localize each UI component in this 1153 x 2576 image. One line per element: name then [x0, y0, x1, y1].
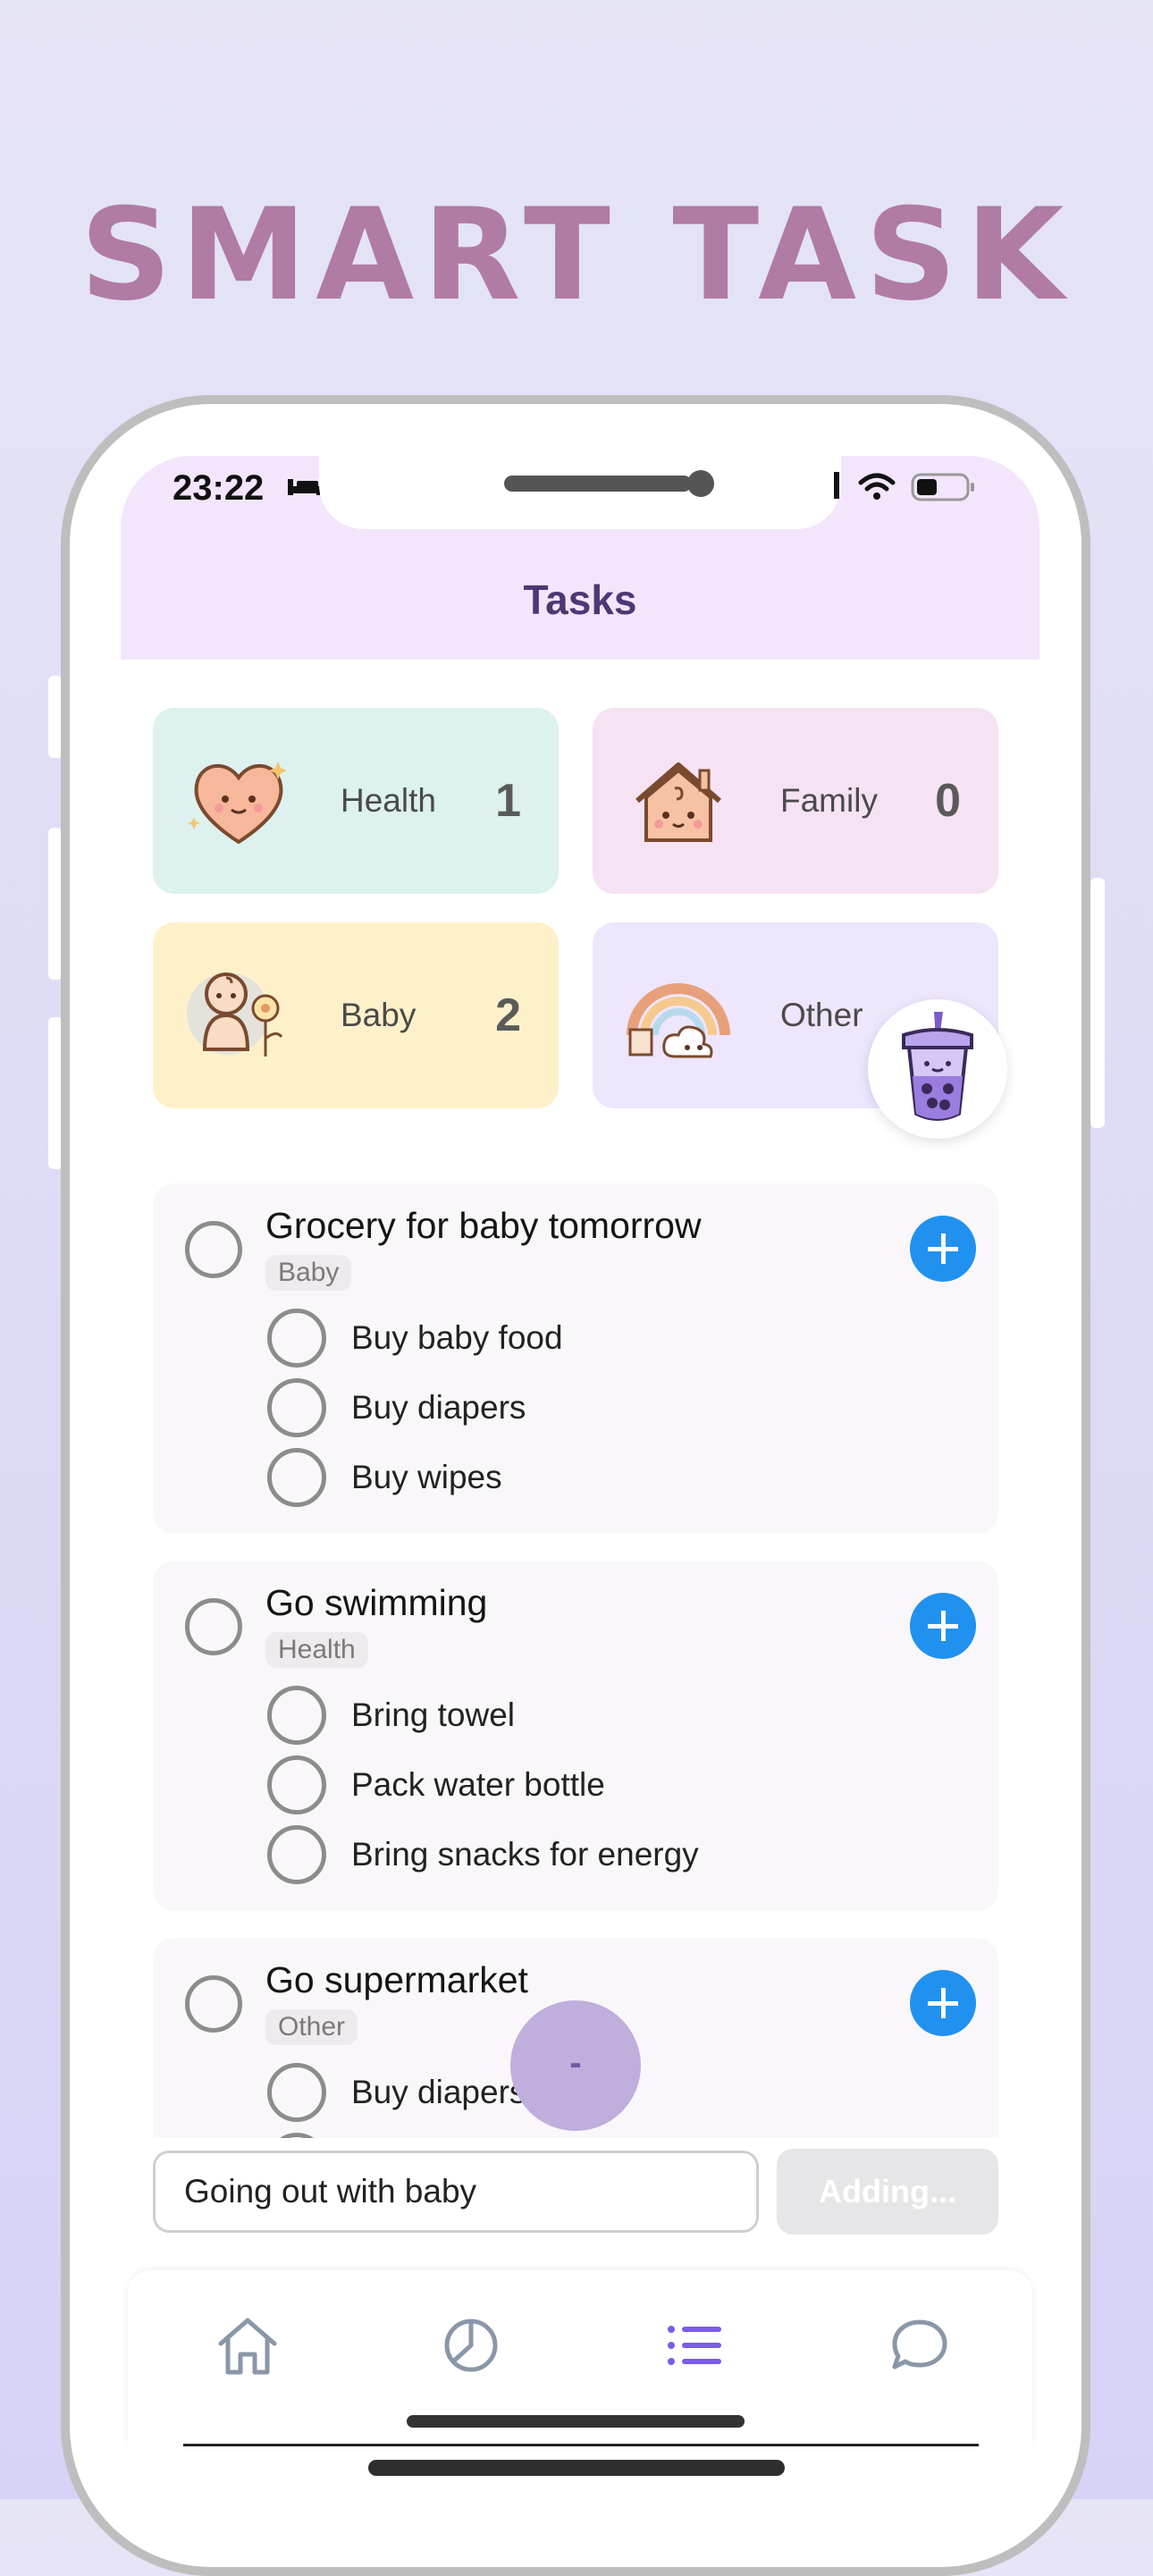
app-header: 23:22 Tasks [121, 456, 1039, 660]
status-icons [834, 472, 974, 501]
task-card: Grocery for baby tomorrow Baby Buy baby … [153, 1183, 998, 1534]
home-icon[interactable] [212, 2310, 283, 2381]
task-title: Go swimming [265, 1582, 488, 1623]
screen-edge-line [183, 2444, 979, 2446]
subtask-label: Bring towel [351, 1696, 516, 1733]
subtask-checkbox[interactable] [267, 2063, 326, 2122]
subtask-checkbox[interactable] [267, 1755, 326, 1814]
task-card: Go swimming Health Bring towel Pack wate… [153, 1561, 998, 1911]
status-time: 23:22 [173, 468, 265, 508]
subtask-label: Buy diapers [351, 2074, 526, 2110]
bubble-tea-button[interactable] [868, 999, 1007, 1139]
heart-icon [188, 762, 287, 845]
subtask-checkbox[interactable] [267, 1686, 326, 1745]
category-name: Health [341, 782, 436, 819]
pie-chart-icon[interactable] [435, 2310, 507, 2381]
task-category-badge: Other [265, 2009, 358, 2045]
subtask-checkbox[interactable] [267, 2133, 326, 2138]
baby-icon [187, 972, 283, 1056]
category-card-health[interactable]: Health 1 [153, 708, 559, 894]
add-subtask-button[interactable] [910, 1593, 976, 1659]
subtask-checkbox[interactable] [267, 1448, 326, 1507]
task-checkbox[interactable] [185, 1221, 242, 1278]
device-home-indicator [368, 2460, 785, 2476]
bubble-tea-icon [902, 1012, 973, 1121]
app-screen: 23:22 Tasks Health 1 Family 0 Baby 2 Oth… [121, 456, 1039, 2449]
subtask-label: Buy baby food [351, 1319, 563, 1356]
home-indicator [407, 2415, 745, 2428]
subtask-label: Bring snacks for energy [351, 1836, 699, 1873]
task-checkbox[interactable] [185, 1598, 242, 1655]
side-button-power [1090, 878, 1105, 1128]
task-checkbox[interactable] [185, 1975, 242, 2033]
subtask-label: Pack water bottle [351, 1766, 605, 1803]
category-name: Baby [341, 997, 417, 1033]
house-icon [635, 762, 721, 842]
category-card-family[interactable]: Family 0 [593, 708, 998, 894]
new-task-input[interactable]: Going out with baby [153, 2151, 759, 2233]
subtask-checkbox[interactable] [267, 1378, 326, 1437]
subtask-checkbox[interactable] [267, 1825, 326, 1884]
collapse-button[interactable]: - [510, 2000, 641, 2131]
task-title: Grocery for baby tomorrow [265, 1205, 702, 1246]
wifi-icon [858, 473, 896, 492]
category-card-baby[interactable]: Baby 2 [153, 922, 559, 1108]
chat-icon[interactable] [884, 2310, 955, 2381]
sleep-focus-icon [288, 479, 320, 495]
subtask-label: Buy wipes [351, 1459, 502, 1495]
subtask-label: Buy diapers [351, 1389, 526, 1426]
category-count: 0 [935, 775, 961, 827]
page-title: Tasks [523, 577, 637, 623]
add-subtask-button[interactable] [910, 1970, 976, 2036]
battery-icon [911, 473, 974, 501]
category-name: Family [780, 782, 878, 819]
rainbow-icon [627, 983, 730, 1058]
category-count: 1 [495, 775, 521, 827]
category-name: Other [780, 997, 863, 1033]
notch [319, 456, 841, 529]
task-category-badge: Health [265, 1632, 368, 1668]
category-count: 2 [495, 989, 521, 1041]
list-icon[interactable] [659, 2310, 730, 2381]
front-camera [687, 470, 714, 497]
speaker [504, 476, 692, 492]
add-subtask-button[interactable] [910, 1216, 976, 1282]
task-title: Go supermarket [265, 1959, 528, 2000]
promo-title: SMART TASK [80, 181, 1073, 329]
task-category-badge: Baby [265, 1255, 352, 1291]
add-task-button[interactable]: Adding... [777, 2149, 998, 2235]
subtask-checkbox[interactable] [267, 1309, 326, 1368]
